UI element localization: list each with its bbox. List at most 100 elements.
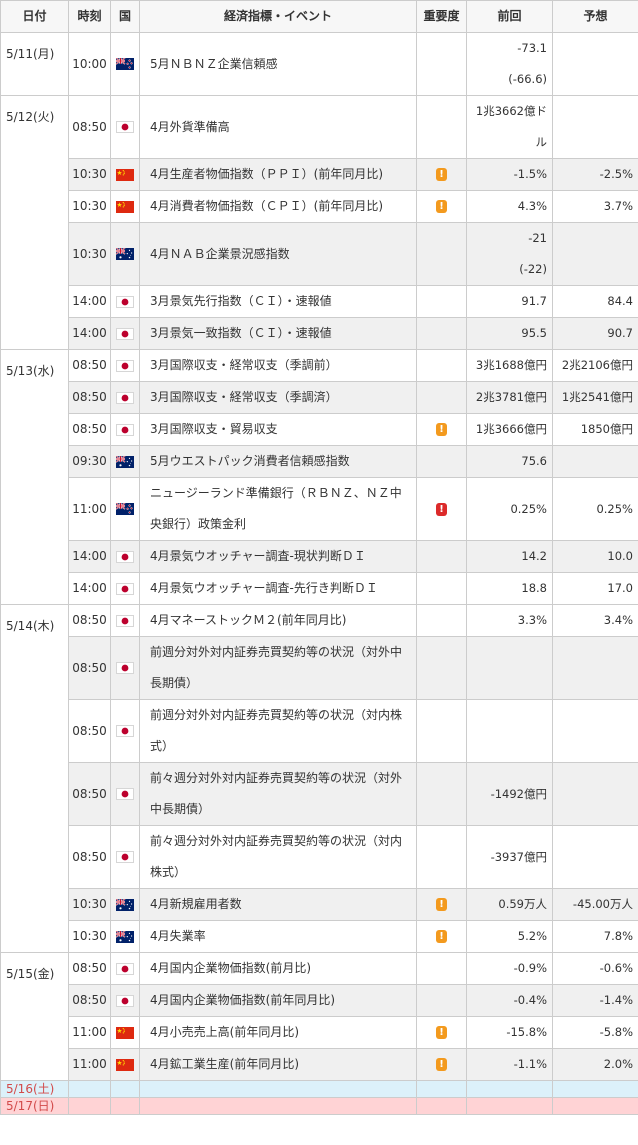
header-event: 経済指標・イベント — [139, 0, 417, 33]
event-cell: 4月マネーストックＭ２(前年同月比) — [139, 604, 417, 637]
jp-flag-icon — [116, 614, 134, 627]
previous-cell: 14.2 — [466, 540, 553, 573]
country-cell — [110, 317, 140, 350]
table-row: 11:00 4月小売売上高(前年同月比)! -15.8% -5.8% — [1, 1016, 638, 1049]
previous-cell: -1.5% — [466, 158, 553, 191]
header-country: 国 — [110, 0, 140, 33]
forecast-cell — [552, 825, 638, 889]
previous-cell: 95.5 — [466, 317, 553, 350]
sunday-row: 5/17(日) — [0, 1097, 638, 1115]
country-cell — [110, 285, 140, 318]
importance-mid-icon: ! — [436, 1058, 447, 1071]
table-row: 10:30 4月ＮＡＢ企業景況感指数 -21 (-22) — [1, 222, 638, 286]
importance-cell — [416, 984, 467, 1017]
event-cell: 5月ウエストパック消費者信頼感指数 — [139, 445, 417, 478]
table-row: 08:50 前々週分対外対内証券売買契約等の状況（対外 中長期債） -1492億円 — [1, 762, 638, 826]
jp-flag-icon — [116, 295, 134, 308]
importance-mid-icon: ! — [436, 930, 447, 943]
forecast-cell: 1兆2541億円 — [552, 381, 638, 414]
importance-cell — [416, 445, 467, 478]
header-forecast: 予想 — [552, 0, 638, 33]
time-cell — [68, 1097, 111, 1115]
forecast-cell: -1.4% — [552, 984, 638, 1017]
event-cell: 4月生産者物価指数（ＰＰＩ）(前年同月比) — [139, 158, 417, 191]
header-previous: 前回 — [466, 0, 553, 33]
event-cell: 3月景気先行指数（ＣＩ）・速報値 — [139, 285, 417, 318]
country-cell — [110, 477, 140, 541]
forecast-cell — [552, 222, 638, 286]
table-row: 5/13(水) 08:50 3月国際収支・経常収支（季調前） 3兆1688億円 2兆21… — [0, 349, 638, 605]
previous-cell: -0.4% — [466, 984, 553, 1017]
importance-cell: ! — [416, 477, 467, 541]
previous-cell: 3.3% — [466, 604, 553, 637]
previous-cell: 1兆3666億円 — [466, 413, 553, 446]
country-cell — [110, 888, 140, 921]
table-row: 14:00 4月景気ウオッチャー調査-先行き判断ＤＩ 18.8 17.0 — [1, 572, 638, 605]
previous-cell: 18.8 — [466, 572, 553, 605]
au-flag-icon — [116, 898, 134, 911]
importance-mid-icon: ! — [436, 1026, 447, 1039]
event-cell: 4月失業率 — [139, 920, 417, 953]
event-cell: 4月消費者物価指数（ＣＰＩ）(前年同月比) — [139, 190, 417, 223]
table-row: 11:00 ニュージーランド準備銀行（ＲＢＮＺ、ＮＺ中 央銀行）政策金利! 0.25%… — [1, 477, 638, 541]
text-line: 式） — [150, 739, 175, 753]
jp-flag-icon — [116, 550, 134, 563]
table-row: 08:50 前週分対外対内証券売買契約等の状況（対外中 長期債） — [1, 636, 638, 700]
event-cell: 前々週分対外対内証券売買契約等の状況（対外 中長期債） — [139, 762, 417, 826]
importance-cell: ! — [416, 920, 467, 953]
header-time: 時刻 — [68, 0, 111, 33]
jp-flag-icon — [116, 582, 134, 595]
jp-flag-icon — [116, 788, 134, 800]
nz-flag-icon — [116, 503, 134, 515]
table-row: 14:00 4月景気ウオッチャー調査-現状判断ＤＩ 14.2 10.0 — [1, 540, 638, 573]
table-row: 10:30 4月失業率! 5.2% 7.8% — [1, 920, 638, 953]
event-cell — [139, 1080, 417, 1098]
previous-cell: 1兆3662億ドル — [466, 95, 553, 159]
date-cell: 5/17(日) — [0, 1097, 69, 1115]
importance-cell — [416, 699, 467, 763]
country-cell — [110, 190, 140, 223]
importance-mid-icon: ! — [436, 168, 447, 181]
event-cell: 4月景気ウオッチャー調査-先行き判断ＤＩ — [139, 572, 417, 605]
text-line: 前々週分対外対内証券売買契約等の状況（対内 — [150, 834, 403, 848]
country-cell — [110, 540, 140, 573]
text-line: 央銀行）政策金利 — [150, 517, 247, 531]
forecast-cell: 3.4% — [552, 604, 638, 637]
event-cell: 3月景気一致指数（ＣＩ）・速報値 — [139, 317, 417, 350]
time-cell: 11:00 — [68, 1016, 111, 1049]
event-cell: 前週分対外対内証券売買契約等の状況（対内株 式） — [139, 699, 417, 763]
previous-cell: 0.25% — [466, 477, 553, 541]
forecast-cell: -5.8% — [552, 1016, 638, 1049]
event-cell: ニュージーランド準備銀行（ＲＢＮＺ、ＮＺ中 央銀行）政策金利 — [139, 477, 417, 541]
importance-cell — [416, 32, 467, 96]
forecast-cell: 10.0 — [552, 540, 638, 573]
time-cell: 10:30 — [68, 888, 111, 921]
date-cell: 5/12(火) — [0, 95, 69, 350]
text-line: 長期債） — [150, 676, 199, 690]
text-line: -73.1 — [517, 41, 547, 55]
table-row: 10:30 4月消費者物価指数（ＣＰＩ）(前年同月比)! 4.3% 3.7% — [1, 190, 638, 223]
forecast-cell: -0.6% — [552, 952, 638, 985]
time-cell — [68, 1080, 111, 1098]
event-cell: 4月国内企業物価指数(前月比) — [139, 952, 417, 985]
event-cell: 3月国際収支・経常収支（季調前） — [139, 349, 417, 382]
forecast-cell — [552, 762, 638, 826]
previous-cell: 3兆1688億円 — [466, 349, 553, 382]
country-cell — [110, 604, 140, 637]
text-line: (-66.6) — [508, 72, 547, 86]
country-cell — [110, 952, 140, 985]
event-cell — [139, 1097, 417, 1115]
importance-cell — [416, 349, 467, 382]
table-row: 11:00 4月鉱工業生産(前年同月比)! -1.1% 2.0% — [1, 1048, 638, 1081]
event-cell: 4月外貨準備高 — [139, 95, 417, 159]
forecast-cell: 2兆2106億円 — [552, 349, 638, 382]
previous-cell — [466, 636, 553, 700]
time-cell: 08:50 — [68, 825, 111, 889]
forecast-cell — [552, 699, 638, 763]
au-flag-icon — [116, 248, 134, 260]
forecast-cell: 90.7 — [552, 317, 638, 350]
forecast-cell — [552, 32, 638, 96]
jp-flag-icon — [116, 359, 134, 372]
date-cell: 5/13(水) — [0, 349, 69, 605]
date-cell: 5/15(金) — [0, 952, 69, 1081]
